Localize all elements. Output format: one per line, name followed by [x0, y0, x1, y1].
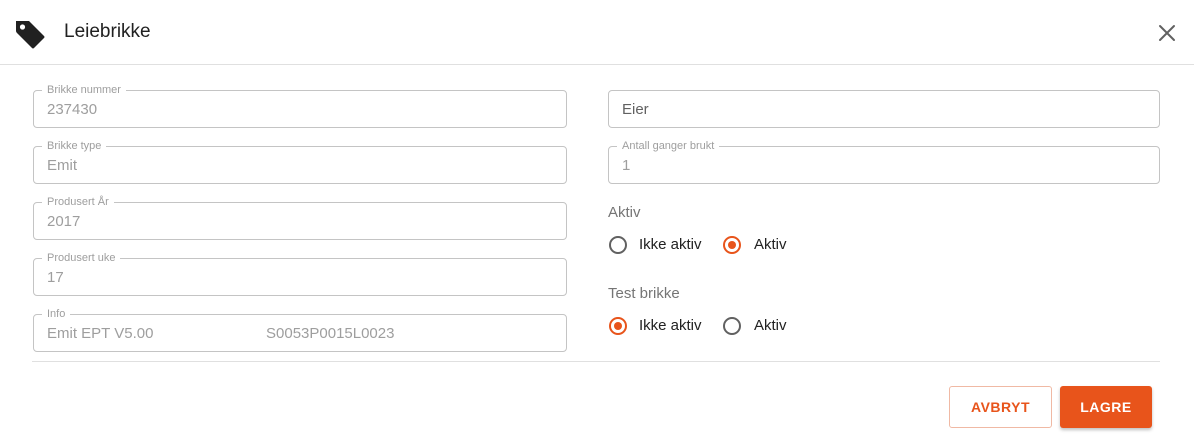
field-label: Brikke type — [42, 139, 107, 153]
produsert-ar-field[interactable]: Produsert År 2017 — [33, 195, 567, 240]
close-icon[interactable] — [1156, 22, 1178, 44]
field-label: Produsert uke — [42, 251, 121, 265]
field-label: Brikke nummer — [42, 83, 126, 97]
field-label: Antall ganger brukt — [617, 139, 720, 153]
cancel-button[interactable]: AVBRYT — [949, 386, 1052, 428]
field-value: 1 — [622, 157, 631, 174]
eier-field[interactable]: Eier — [608, 90, 1160, 128]
brikke-type-field[interactable]: Brikke type Emit — [33, 139, 567, 184]
footer-divider — [32, 361, 1160, 362]
test-brikke-radio-aktiv-label[interactable]: Aktiv — [754, 317, 787, 335]
brikke-nummer-field[interactable]: Brikke nummer 237430 — [33, 83, 567, 128]
rental-chip-dialog: Leiebrikke Brikke nummer 237430 Brikke t… — [0, 0, 1194, 438]
field-value: 2017 — [47, 213, 81, 230]
aktiv-radio-aktiv[interactable] — [723, 236, 741, 254]
test-brikke-radio-ikke-aktiv-label[interactable]: Ikke aktiv — [639, 317, 702, 335]
test-brikke-group-label: Test brikke — [608, 285, 680, 302]
save-button[interactable]: LAGRE — [1060, 386, 1152, 428]
info-serial-value: S0053P0015L0023 — [266, 325, 395, 342]
field-label: Info — [42, 307, 71, 321]
aktiv-group-label: Aktiv — [608, 204, 641, 221]
aktiv-radio-aktiv-label[interactable]: Aktiv — [754, 236, 787, 254]
tag-icon — [16, 21, 45, 49]
field-value: Emit — [47, 157, 77, 174]
info-version-value: Emit EPT V5.00 — [47, 325, 154, 342]
field-value: 237430 — [47, 101, 98, 118]
field-value: 17 — [47, 269, 64, 286]
test-brikke-radio-aktiv[interactable] — [723, 317, 741, 335]
produsert-uke-field[interactable]: Produsert uke 17 — [33, 251, 567, 296]
test-brikke-radio-ikke-aktiv[interactable] — [609, 317, 627, 335]
dialog-header: Leiebrikke — [0, 0, 1194, 65]
aktiv-radio-ikke-aktiv[interactable] — [609, 236, 627, 254]
field-label: Produsert År — [42, 195, 114, 209]
dialog-title: Leiebrikke — [64, 21, 151, 42]
info-field[interactable]: Info Emit EPT V5.00 S0053P0015L0023 — [33, 307, 567, 352]
aktiv-radio-ikke-aktiv-label[interactable]: Ikke aktiv — [639, 236, 702, 254]
eier-placeholder: Eier — [622, 101, 649, 118]
antall-ganger-brukt-field[interactable]: Antall ganger brukt 1 — [608, 139, 1160, 184]
